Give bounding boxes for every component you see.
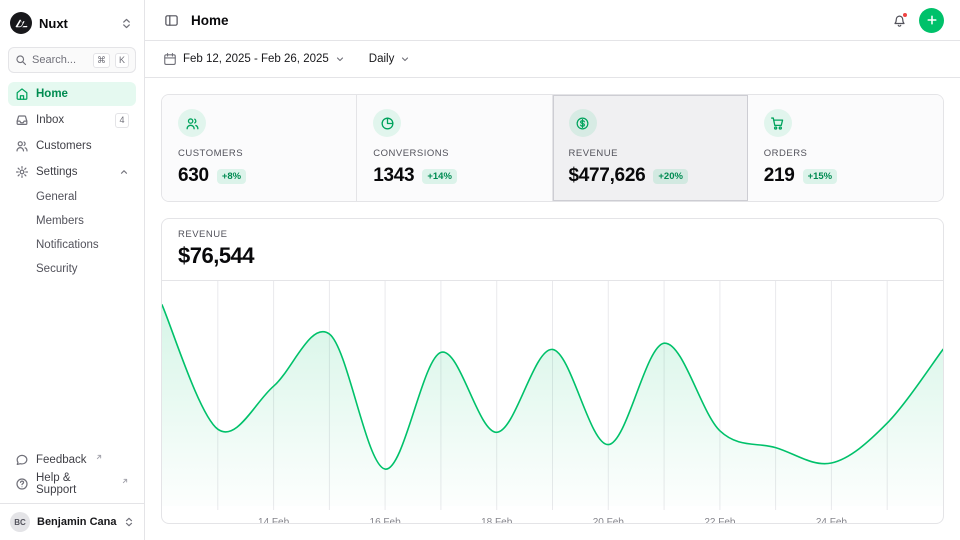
avatar: BC [10,512,30,532]
sidebar-item-help-support[interactable]: Help & Support [8,472,136,496]
stat-label: CUSTOMERS [178,148,340,159]
dollar-circle-icon [569,109,597,137]
chevron-selector-icon [124,517,134,527]
page-header: Home [145,0,960,41]
sidebar-subitem-members[interactable]: Members [8,210,136,232]
subitem-label: General [36,191,77,203]
chevron-down-icon [400,54,410,64]
svg-text:24 Feb: 24 Feb [816,517,848,523]
stat-label: REVENUE [569,148,731,159]
sidebar-toggle-icon[interactable] [161,10,182,31]
notification-dot [902,12,908,18]
svg-text:20 Feb: 20 Feb [593,517,625,523]
external-link-icon [121,477,129,485]
users-icon [15,139,29,153]
sidebar-item-label: Inbox [36,114,64,126]
workspace-switcher[interactable]: Nuxt [8,10,136,36]
sidebar-subitem-notifications[interactable]: Notifications [8,234,136,256]
sidebar-item-label: Home [36,88,68,100]
collapse-chevrons-icon[interactable] [121,18,132,29]
sidebar-item-settings[interactable]: Settings [8,160,136,184]
search-icon [15,54,27,66]
pie-chart-icon [373,109,401,137]
kbd-k: K [115,53,129,68]
chart-header: REVENUE $76,544 [162,219,943,281]
search-box[interactable]: ⌘ K [8,47,136,73]
inbox-icon [15,113,29,127]
stat-value: 1343 [373,165,414,187]
footer-item-label: Feedback [36,454,87,466]
user-menu[interactable]: BC Benjamin Canac [0,503,144,540]
inbox-count-badge: 4 [115,113,129,128]
notifications-bell-button[interactable] [889,10,910,31]
stat-card-revenue[interactable]: REVENUE $477,626 +20% [553,95,748,201]
subitem-label: Notifications [36,239,99,251]
main-panel: Home Feb 12, 2025 - Feb 26, 2025 Daily [145,0,960,540]
sidebar: Nuxt ⌘ K Home Inbox 4 [0,0,145,540]
shopping-cart-icon [764,109,792,137]
sidebar-subitem-security[interactable]: Security [8,258,136,280]
home-icon [15,87,29,101]
chevron-up-icon [119,167,129,177]
interval-label: Daily [369,53,395,65]
svg-text:22 Feb: 22 Feb [704,517,736,523]
chevron-down-icon [335,54,345,64]
stat-label: ORDERS [764,148,927,159]
stat-card-customers[interactable]: CUSTOMERS 630 +8% [162,95,357,201]
stat-value: $477,626 [569,165,646,187]
sidebar-item-feedback[interactable]: Feedback [8,448,136,472]
kbd-cmd: ⌘ [93,53,110,68]
svg-text:18 Feb: 18 Feb [481,517,513,523]
sidebar-item-customers[interactable]: Customers [8,134,136,158]
sidebar-spacer [8,280,136,448]
stat-delta-badge: +20% [653,169,688,184]
subitem-label: Security [36,263,78,275]
search-input[interactable] [32,54,88,66]
stat-card-orders[interactable]: ORDERS 219 +15% [748,95,943,201]
stat-delta-badge: +15% [803,169,838,184]
add-button[interactable] [919,8,944,33]
revenue-chart-card: REVENUE $76,544 14 Feb 16 Feb 18 Feb 20 Feb… [161,218,944,524]
nuxt-logo-icon [10,12,32,34]
chat-bubble-icon [15,453,29,467]
sidebar-item-inbox[interactable]: Inbox 4 [8,108,136,132]
sidebar-item-home[interactable]: Home [8,82,136,106]
user-name: Benjamin Canac [37,516,117,528]
stat-value: 630 [178,165,209,187]
sidebar-item-label: Customers [36,140,92,152]
stat-value: 219 [764,165,795,187]
subitem-label: Members [36,215,84,227]
stat-delta-badge: +14% [422,169,457,184]
area-chart-svg[interactable]: 14 Feb 16 Feb 18 Feb 20 Feb 22 Feb 24 Feb [162,281,943,523]
interval-select[interactable]: Daily [367,49,413,69]
help-circle-icon [15,477,29,491]
app-name: Nuxt [39,16,114,31]
sidebar-item-label: Settings [36,166,78,178]
sidebar-subitem-general[interactable]: General [8,186,136,208]
users-icon [178,109,206,137]
chart-metric-label: REVENUE [178,229,927,240]
svg-text:14 Feb: 14 Feb [258,517,290,523]
stats-row: CUSTOMERS 630 +8% CONVERSIONS 1343 +14% [161,94,944,202]
page-title: Home [191,13,229,28]
external-link-icon [95,453,103,461]
date-range-picker[interactable]: Feb 12, 2025 - Feb 26, 2025 [161,48,347,70]
stat-card-conversions[interactable]: CONVERSIONS 1343 +14% [357,95,552,201]
filters-toolbar: Feb 12, 2025 - Feb 26, 2025 Daily [145,41,960,78]
revenue-chart[interactable]: 14 Feb 16 Feb 18 Feb 20 Feb 22 Feb 24 Feb [162,281,943,523]
dashboard-content: CUSTOMERS 630 +8% CONVERSIONS 1343 +14% [145,78,960,540]
sidebar-nav: Home Inbox 4 Customers Settings General [8,82,136,280]
svg-text:16 Feb: 16 Feb [370,517,402,523]
stat-label: CONVERSIONS [373,148,535,159]
footer-item-label: Help & Support [36,472,113,496]
date-range-label: Feb 12, 2025 - Feb 26, 2025 [183,53,329,65]
gear-icon [15,165,29,179]
stat-delta-badge: +8% [217,169,246,184]
chart-metric-value: $76,544 [178,243,927,269]
calendar-icon [163,52,177,66]
